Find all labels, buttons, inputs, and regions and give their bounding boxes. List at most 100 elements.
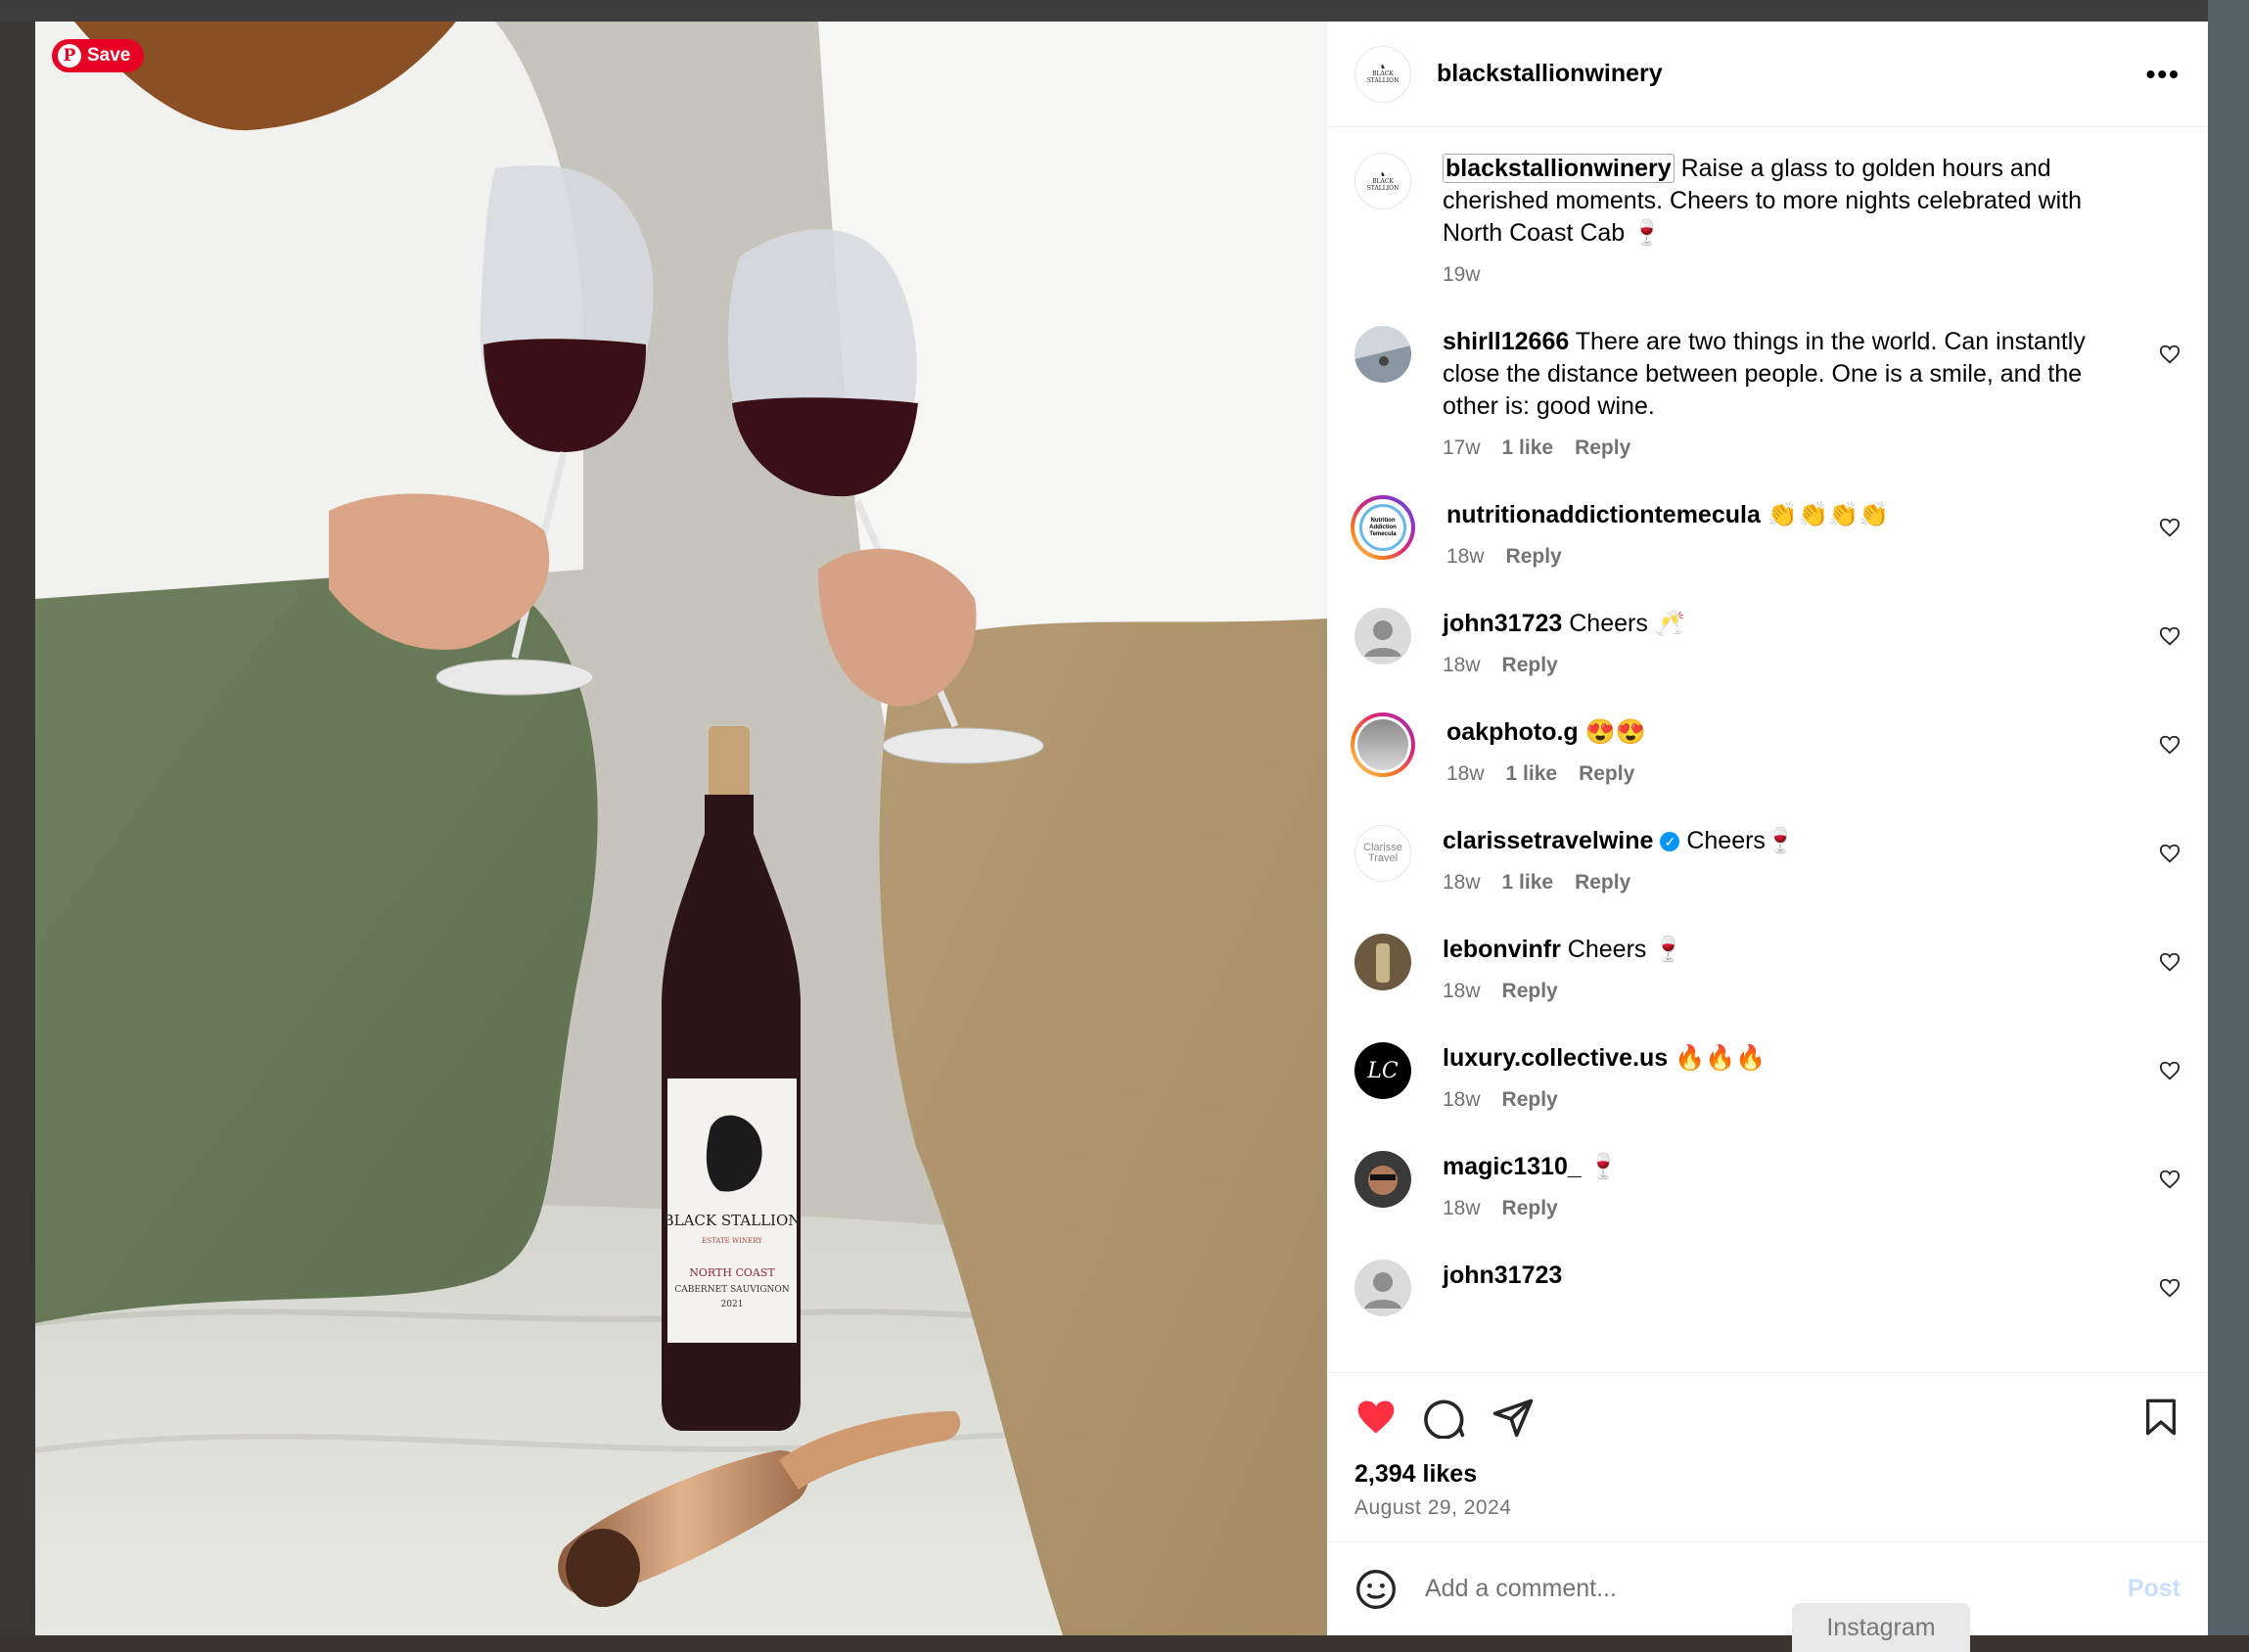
comment-time[interactable]: 18w <box>1443 871 1481 895</box>
comment-username[interactable]: shirll12666 <box>1443 328 1569 355</box>
bottle-vintage-label: 2021 <box>721 1300 744 1309</box>
comment-text: 🔥🔥🔥 <box>1675 1044 1767 1072</box>
default-avatar-icon[interactable] <box>1354 1260 1411 1316</box>
commenter-avatar[interactable]: Clarisse Travel <box>1354 825 1411 882</box>
comment-text: 👏👏👏👏 <box>1767 501 1890 528</box>
comment-time[interactable]: 18w <box>1443 1088 1481 1112</box>
post-actions <box>1327 1372 2208 1460</box>
comment-text: 🍷 <box>1587 1153 1619 1180</box>
heart-outline-icon[interactable] <box>2159 843 2180 864</box>
reply-button[interactable]: Reply <box>1502 980 1558 1003</box>
add-comment-bar: Add a comment... Post <box>1327 1541 2208 1635</box>
story-ring[interactable] <box>1351 712 1415 777</box>
heart-outline-icon[interactable] <box>2159 1169 2180 1190</box>
bookmark-icon[interactable] <box>2141 1396 2180 1439</box>
commenter-avatar[interactable] <box>1354 326 1411 383</box>
reply-button[interactable]: Reply <box>1502 1088 1558 1112</box>
comment-username[interactable]: john31723 <box>1443 610 1562 637</box>
instagram-tab[interactable]: Instagram <box>1792 1603 1970 1652</box>
post-photo[interactable]: BLACK STALLION ESTATE WINERY NORTH COAST… <box>35 22 1327 1635</box>
commenter-avatar-text: Clarisse Travel <box>1363 842 1402 864</box>
comment-time[interactable]: 18w <box>1443 980 1481 1003</box>
comment-like-count[interactable]: 1 like <box>1502 871 1554 895</box>
share-icon[interactable] <box>1492 1396 1535 1439</box>
bottle-varietal-label: CABERNET SAUVIGNON <box>674 1285 789 1295</box>
reply-button[interactable]: Reply <box>1502 654 1558 677</box>
bottle-region-label: NORTH COAST <box>689 1266 775 1279</box>
comment: Clarisse Travel clarissetravelwine ✓ Che… <box>1354 825 2180 895</box>
comment-icon[interactable] <box>1423 1396 1466 1439</box>
default-avatar-icon[interactable] <box>1354 608 1411 665</box>
comment-input[interactable]: Add a comment... <box>1425 1575 1617 1603</box>
comment-username[interactable]: oakphoto.g <box>1446 718 1579 746</box>
comment-text: Cheers 🥂 <box>1569 610 1685 637</box>
reply-button[interactable]: Reply <box>1502 1197 1558 1220</box>
comment-text: Cheers🍷 <box>1686 827 1797 854</box>
caption-time[interactable]: 19w <box>1443 263 1481 287</box>
reply-button[interactable]: Reply <box>1575 436 1630 460</box>
comments-list[interactable]: ♞ BLACK STALLION blackstallionwinery Rais… <box>1327 127 2208 1372</box>
winery-logo-icon: ♞ BLACK STALLION <box>1366 64 1400 84</box>
comment-text: 😍😍 <box>1584 718 1646 746</box>
comment-text: Cheers 🍷 <box>1567 936 1684 963</box>
comment-like-count[interactable]: 1 like <box>1502 436 1554 460</box>
commenter-avatar[interactable] <box>1354 1151 1411 1208</box>
heart-outline-icon[interactable] <box>2159 734 2180 756</box>
commenter-avatar[interactable] <box>1354 934 1411 990</box>
post-date[interactable]: August 29, 2024 <box>1327 1489 2208 1520</box>
like-count[interactable]: 2,394 likes <box>1327 1460 2208 1489</box>
caption: ♞ BLACK STALLION blackstallionwinery Rais… <box>1354 153 2180 287</box>
caption-username[interactable]: blackstallionwinery <box>1443 154 1675 183</box>
commenter-avatar <box>1357 719 1408 770</box>
comment-like-count[interactable]: 1 like <box>1506 762 1558 786</box>
comment: lebonvinfr Cheers 🍷 18w Reply <box>1354 934 2180 1003</box>
commenter-avatar[interactable]: LC <box>1354 1042 1411 1099</box>
bottle-brand-label: BLACK STALLION <box>664 1212 802 1229</box>
background-tile <box>0 0 2249 22</box>
reply-button[interactable]: Reply <box>1579 762 1634 786</box>
comment: LC luxury.collective.us 🔥🔥🔥 18w Reply <box>1354 1042 2180 1112</box>
comment: Nutrition Addiction Temecula nutritionad… <box>1351 495 2180 569</box>
comment-username[interactable]: clarissetravelwine <box>1443 827 1653 854</box>
comment: shirll12666 There are two things in the … <box>1354 326 2180 460</box>
heart-outline-icon[interactable] <box>2159 517 2180 538</box>
comment-username[interactable]: john31723 <box>1443 1262 1562 1289</box>
comment: john31723 Cheers 🥂 18w Reply <box>1354 608 2180 677</box>
comment: magic1310_ 🍷 18w Reply <box>1354 1151 2180 1220</box>
heart-outline-icon[interactable] <box>2159 1277 2180 1299</box>
comment-time[interactable]: 18w <box>1443 1197 1481 1220</box>
reply-button[interactable]: Reply <box>1575 871 1630 895</box>
comment-username[interactable]: nutritionaddictiontemecula <box>1446 501 1761 528</box>
comment: john31723 <box>1354 1260 2180 1316</box>
story-ring[interactable]: Nutrition Addiction Temecula <box>1351 495 1415 560</box>
bottle-winery-label: ESTATE WINERY <box>702 1237 762 1245</box>
more-horizontal-icon[interactable]: ••• <box>2146 59 2180 90</box>
comment-time[interactable]: 18w <box>1446 545 1485 569</box>
heart-outline-icon[interactable] <box>2159 344 2180 365</box>
comment-time[interactable]: 17w <box>1443 436 1481 460</box>
heart-filled-icon[interactable] <box>1354 1396 1398 1439</box>
caption-author-avatar[interactable]: ♞ BLACK STALLION <box>1354 153 1411 209</box>
author-avatar[interactable]: ♞ BLACK STALLION <box>1354 45 1411 103</box>
comment-username[interactable]: luxury.collective.us <box>1443 1044 1668 1072</box>
author-username[interactable]: blackstallionwinery <box>1437 60 1663 88</box>
heart-outline-icon[interactable] <box>2159 1060 2180 1081</box>
heart-outline-icon[interactable] <box>2159 951 2180 973</box>
commenter-avatar-text: LC <box>1367 1058 1399 1083</box>
post-comment-button[interactable]: Post <box>2128 1575 2180 1603</box>
emoji-icon[interactable] <box>1354 1568 1398 1611</box>
comment-username[interactable]: magic1310_ <box>1443 1153 1582 1180</box>
winery-logo-icon: ♞ BLACK STALLION <box>1366 170 1400 192</box>
reply-button[interactable]: Reply <box>1506 545 1562 569</box>
comment-time[interactable]: 18w <box>1443 654 1481 677</box>
commenter-avatar: Nutrition Addiction Temecula <box>1359 504 1406 551</box>
background-tile <box>0 22 35 1635</box>
verified-badge-icon: ✓ <box>1660 832 1680 852</box>
heart-outline-icon[interactable] <box>2159 625 2180 647</box>
comment-username[interactable]: lebonvinfr <box>1443 936 1561 963</box>
pinterest-save-label: Save <box>87 45 131 66</box>
post-details-panel: ♞ BLACK STALLION blackstallionwinery ••• … <box>1327 22 2208 1635</box>
comment: oakphoto.g 😍😍 18w 1 like Reply <box>1351 712 2180 786</box>
pinterest-save-button[interactable]: P Save <box>52 39 145 72</box>
comment-time[interactable]: 18w <box>1446 762 1485 786</box>
